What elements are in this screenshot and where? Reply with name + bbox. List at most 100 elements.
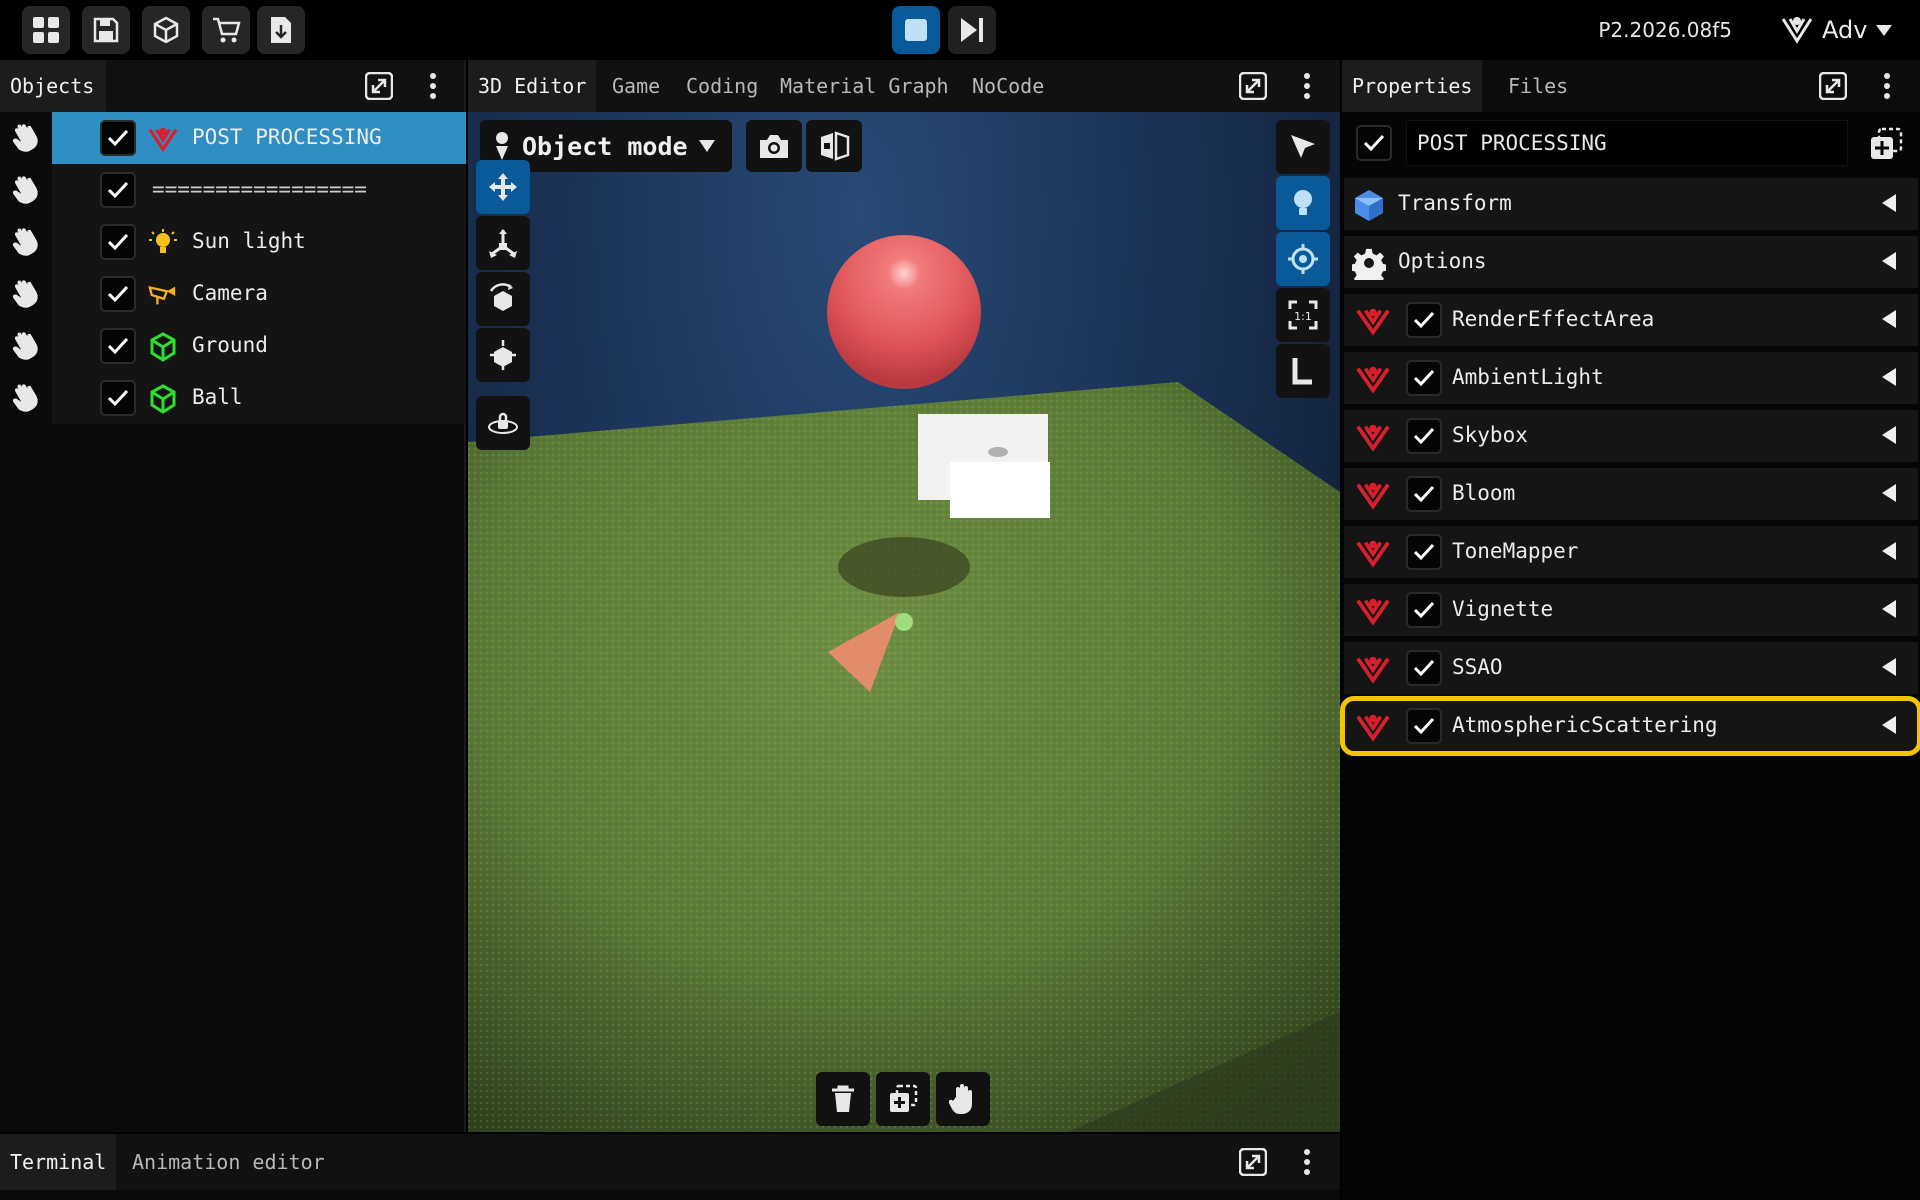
delete-button[interactable] [816, 1072, 870, 1126]
visibility-checkbox[interactable] [100, 328, 136, 364]
lighting-toggle-button[interactable] [1276, 176, 1330, 230]
asset-cube-button[interactable] [142, 6, 190, 54]
collapse-arrow-icon[interactable] [1882, 600, 1896, 618]
object-row-ground[interactable]: Ground [0, 320, 466, 372]
maximize-objects-button[interactable] [364, 71, 394, 101]
view-switch-button[interactable] [806, 120, 862, 172]
objects-more-button[interactable] [418, 71, 448, 101]
move-tool-button[interactable] [476, 160, 530, 214]
tab-objects[interactable]: Objects [0, 60, 106, 112]
component-vignette[interactable]: Vignette [1344, 584, 1918, 636]
tab-properties[interactable]: Properties [1342, 60, 1483, 112]
collapse-arrow-icon[interactable] [1882, 252, 1896, 270]
section-transform[interactable]: Transform [1344, 178, 1918, 230]
editor-more-button[interactable] [1292, 71, 1322, 101]
screenshot-button[interactable] [746, 120, 802, 172]
collapse-arrow-icon[interactable] [1882, 194, 1896, 212]
focus-target-button[interactable] [1276, 232, 1330, 286]
maximize-editor-button[interactable] [1238, 71, 1268, 101]
drag-handle-icon[interactable] [8, 172, 44, 208]
3d-viewport[interactable]: Object mode 1:1 [468, 112, 1340, 1132]
object-row-ball[interactable]: Ball [0, 372, 466, 424]
component-enabled-checkbox[interactable] [1406, 418, 1442, 454]
object-row-sun-light[interactable]: Sun light [0, 216, 466, 268]
component-enabled-checkbox[interactable] [1406, 476, 1442, 512]
object-row-camera[interactable]: Camera [0, 268, 466, 320]
scale-tool-button[interactable] [476, 216, 530, 270]
drag-handle-icon[interactable] [8, 120, 44, 156]
collapse-arrow-icon[interactable] [1882, 310, 1896, 328]
component-atmospheric-scattering[interactable]: AtmosphericScattering [1340, 696, 1920, 756]
drag-handle-icon[interactable] [8, 276, 44, 312]
component-enabled-checkbox[interactable] [1406, 302, 1442, 338]
stop-button[interactable] [892, 6, 940, 54]
object-row-post-processing[interactable]: POST PROCESSING [0, 112, 466, 164]
export-button[interactable] [257, 6, 305, 54]
checkmark-icon [107, 233, 129, 251]
collapse-arrow-icon[interactable] [1882, 484, 1896, 502]
component-enabled-checkbox[interactable] [1406, 534, 1442, 570]
collapse-arrow-icon[interactable] [1882, 426, 1896, 444]
visibility-checkbox[interactable] [100, 276, 136, 312]
tab-3d-editor[interactable]: 3D Editor [468, 60, 597, 112]
tab-terminal[interactable]: Terminal [0, 1134, 117, 1190]
add-component-button[interactable] [1868, 126, 1904, 162]
component-tone-mapper[interactable]: ToneMapper [1344, 526, 1918, 578]
duplicate-button[interactable] [876, 1072, 930, 1126]
select-tool-button[interactable] [1276, 120, 1330, 174]
collapse-arrow-icon[interactable] [1882, 658, 1896, 676]
post-processing-icon [1356, 652, 1390, 686]
visibility-checkbox[interactable] [100, 224, 136, 260]
visibility-checkbox[interactable] [100, 380, 136, 416]
maximize-terminal-button[interactable] [1238, 1147, 1268, 1177]
brand-logo-icon [1781, 17, 1813, 44]
collapse-arrow-icon[interactable] [1882, 542, 1896, 560]
transform-tool-button[interactable] [476, 328, 530, 382]
collapse-arrow-icon[interactable] [1882, 368, 1896, 386]
store-button[interactable] [202, 6, 250, 54]
duplicate-icon [890, 1084, 918, 1112]
component-enabled-checkbox[interactable] [1406, 650, 1442, 686]
gear-icon [1352, 246, 1386, 280]
component-skybox[interactable]: Skybox [1344, 410, 1918, 462]
component-render-effect-area[interactable]: RenderEffectArea [1344, 294, 1918, 346]
save-button[interactable] [82, 6, 130, 54]
tab-coding[interactable]: Coding [676, 60, 768, 112]
tab-nocode[interactable]: NoCode [962, 60, 1054, 112]
component-enabled-checkbox[interactable] [1406, 592, 1442, 628]
visibility-checkbox[interactable] [100, 120, 136, 156]
component-ssao[interactable]: SSAO [1344, 642, 1918, 694]
properties-more-button[interactable] [1872, 71, 1902, 101]
profile-dropdown[interactable]: Adv [1770, 6, 1920, 54]
tab-animation-editor[interactable]: Animation editor [122, 1134, 335, 1190]
object-label: Camera [192, 281, 268, 305]
component-bloom[interactable]: Bloom [1344, 468, 1918, 520]
object-enabled-checkbox[interactable] [1356, 125, 1392, 161]
tab-files[interactable]: Files [1498, 60, 1578, 112]
component-enabled-checkbox[interactable] [1406, 708, 1442, 744]
drag-handle-icon[interactable] [8, 328, 44, 364]
lock-orbit-button[interactable] [476, 396, 530, 450]
local-space-button[interactable] [1276, 344, 1330, 398]
component-ambient-light[interactable]: AmbientLight [1344, 352, 1918, 404]
terminal-more-button[interactable] [1292, 1147, 1322, 1177]
object-name-input[interactable]: POST PROCESSING [1406, 120, 1848, 166]
checkmark-icon [107, 337, 129, 355]
object-row-separator[interactable]: ================= [0, 164, 466, 216]
collapse-arrow-icon[interactable] [1882, 716, 1896, 734]
pan-hand-button[interactable] [936, 1072, 990, 1126]
section-options[interactable]: Options [1344, 236, 1918, 288]
visibility-checkbox[interactable] [100, 172, 136, 208]
grid-menu-button[interactable] [22, 6, 70, 54]
maximize-properties-button[interactable] [1818, 71, 1848, 101]
drag-handle-icon[interactable] [8, 224, 44, 260]
component-enabled-checkbox[interactable] [1406, 360, 1442, 396]
save-icon [93, 17, 119, 43]
gizmo-cube-icon [490, 340, 516, 370]
drag-handle-icon[interactable] [8, 380, 44, 416]
actual-size-button[interactable]: 1:1 [1276, 288, 1330, 342]
rotate-tool-button[interactable] [476, 272, 530, 326]
tab-game[interactable]: Game [602, 60, 670, 112]
step-forward-button[interactable] [948, 6, 996, 54]
tab-material-graph[interactable]: Material Graph [770, 60, 959, 112]
